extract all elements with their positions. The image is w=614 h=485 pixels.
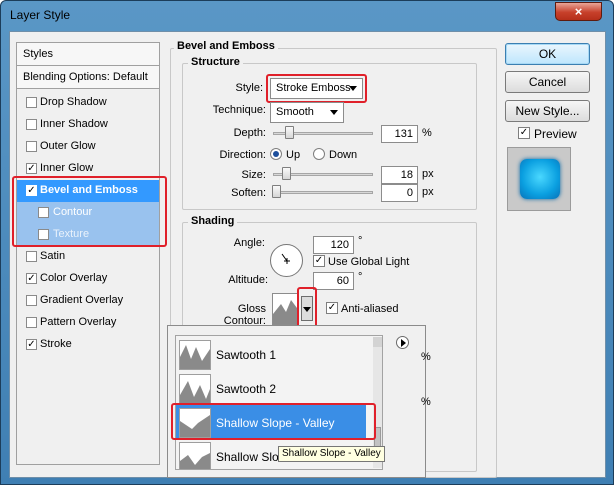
chevron-down-icon (330, 110, 338, 115)
styles-header[interactable]: Styles (17, 43, 159, 66)
close-button[interactable]: × (555, 2, 602, 21)
outer-glow-checkbox[interactable] (26, 141, 37, 152)
gloss-dropdown-highlight (297, 287, 317, 328)
size-label: Size: (241, 169, 266, 181)
style-item-label: Pattern Overlay (40, 316, 117, 328)
depth-unit: % (422, 127, 432, 139)
layer-style-window: Layer Style × Styles Blending Options: D… (0, 0, 614, 485)
altitude-input[interactable]: 60 (313, 272, 354, 290)
cancel-button[interactable]: Cancel (505, 71, 590, 93)
style-item-gradient-overlay[interactable]: Gradient Overlay (17, 290, 159, 312)
soften-slider-track[interactable] (273, 191, 373, 194)
style-item-label: Inner Glow (40, 162, 94, 174)
style-item-label: Gradient Overlay (40, 294, 124, 306)
contour-name: Sawtooth 2 (216, 382, 277, 396)
contour-thumb (179, 340, 211, 370)
technique-dropdown[interactable]: Smooth (270, 102, 344, 123)
styles-list: Styles Blending Options: Default Drop Sh… (16, 42, 160, 465)
contour-curve-icon (273, 300, 297, 324)
scroll-up-button[interactable] (373, 337, 382, 347)
soften-slider-thumb[interactable] (272, 185, 281, 198)
bevel-highlight-box (12, 176, 167, 247)
style-item-label: Stroke (40, 338, 72, 350)
contour-name: Sawtooth 1 (216, 348, 277, 362)
contour-name: Shallow Slo (216, 450, 279, 464)
antialiased-label: Anti-aliased (341, 303, 399, 315)
inner-glow-checkbox[interactable]: ✓ (26, 163, 37, 174)
popup-menu-button[interactable] (396, 336, 409, 349)
direction-up-radio[interactable] (270, 148, 282, 160)
altitude-label: Altitude: (228, 274, 268, 286)
ok-button[interactable]: OK (505, 43, 590, 65)
style-item-satin[interactable]: Satin (17, 246, 159, 268)
style-label: Style: (235, 82, 263, 94)
global-light-checkbox[interactable]: ✓ (313, 255, 325, 267)
technique-label: Technique: (212, 104, 266, 116)
new-style-button[interactable]: New Style... (505, 100, 590, 122)
depth-slider-thumb[interactable] (285, 126, 294, 139)
preview-label: Preview (534, 127, 577, 141)
size-unit: px (422, 168, 434, 180)
stroke-checkbox[interactable]: ✓ (26, 339, 37, 350)
technique-dropdown-value: Smooth (276, 106, 314, 118)
contour-item-sawtooth-1[interactable]: Sawtooth 1 (176, 337, 366, 371)
title-bar[interactable]: Layer Style × (1, 1, 613, 31)
bevel-emboss-title: Bevel and Emboss (174, 40, 278, 52)
obscured-percent: % (421, 396, 431, 408)
style-item-drop-shadow[interactable]: Drop Shadow (17, 92, 159, 114)
style-item-label: Outer Glow (40, 140, 96, 152)
style-item-outer-glow[interactable]: Outer Glow (17, 136, 159, 158)
style-item-stroke[interactable]: ✓ Stroke (17, 334, 159, 356)
style-item-color-overlay[interactable]: ✓ Color Overlay (17, 268, 159, 290)
style-highlight-box (266, 74, 367, 103)
window-title: Layer Style (10, 8, 71, 22)
antialiased-checkbox[interactable]: ✓ (326, 302, 338, 314)
pattern-overlay-checkbox[interactable] (26, 317, 37, 328)
gloss-contour-preview[interactable] (272, 293, 298, 325)
shading-title: Shading (188, 215, 238, 227)
satin-checkbox[interactable] (26, 251, 37, 262)
drop-shadow-checkbox[interactable] (26, 97, 37, 108)
direction-down-radio[interactable] (313, 148, 325, 160)
style-preview (507, 147, 571, 211)
angle-dial[interactable] (270, 244, 303, 277)
angle-dial-icon (281, 253, 290, 264)
play-arrow-icon (401, 339, 406, 347)
style-item-label: Inner Shadow (40, 118, 108, 130)
style-item-label: Color Overlay (40, 272, 108, 284)
depth-input[interactable]: 131 (381, 125, 418, 143)
up-label: Up (286, 149, 301, 161)
contour-tooltip: Shallow Slope - Valley (278, 446, 385, 462)
contour-thumb (179, 442, 211, 469)
down-label: Down (329, 149, 358, 161)
structure-title: Structure (188, 56, 243, 68)
color-overlay-checkbox[interactable]: ✓ (26, 273, 37, 284)
soften-unit: px (422, 186, 434, 198)
style-item-pattern-overlay[interactable]: Pattern Overlay (17, 312, 159, 334)
global-light-label: Use Global Light (328, 256, 410, 268)
preview-sample (520, 159, 560, 199)
inner-shadow-checkbox[interactable] (26, 119, 37, 130)
style-item-inner-shadow[interactable]: Inner Shadow (17, 114, 159, 136)
selected-contour-highlight (171, 403, 376, 440)
blending-options[interactable]: Blending Options: Default (17, 66, 159, 89)
obscured-percent: % (421, 351, 431, 363)
preview-checkbox[interactable]: ✓ (518, 127, 530, 139)
style-item-label: Drop Shadow (40, 96, 107, 108)
angle-unit: ° (358, 235, 363, 247)
soften-label: Soften: (231, 187, 266, 199)
size-input[interactable]: 18 (381, 166, 418, 184)
angle-input[interactable]: 120 (313, 236, 354, 254)
altitude-unit: ° (358, 271, 363, 283)
style-item-label: Satin (40, 250, 66, 262)
depth-label: Depth: (233, 127, 266, 139)
size-slider-thumb[interactable] (282, 167, 291, 180)
angle-label: Angle: (233, 237, 265, 249)
soften-input[interactable]: 0 (381, 184, 418, 202)
contour-item-sawtooth-2[interactable]: Sawtooth 2 (176, 371, 366, 405)
direction-label: Direction: (219, 149, 266, 161)
contour-thumb (179, 374, 211, 404)
gradient-overlay-checkbox[interactable] (26, 295, 37, 306)
gloss-contour-label: Gloss Contour: (223, 303, 266, 327)
